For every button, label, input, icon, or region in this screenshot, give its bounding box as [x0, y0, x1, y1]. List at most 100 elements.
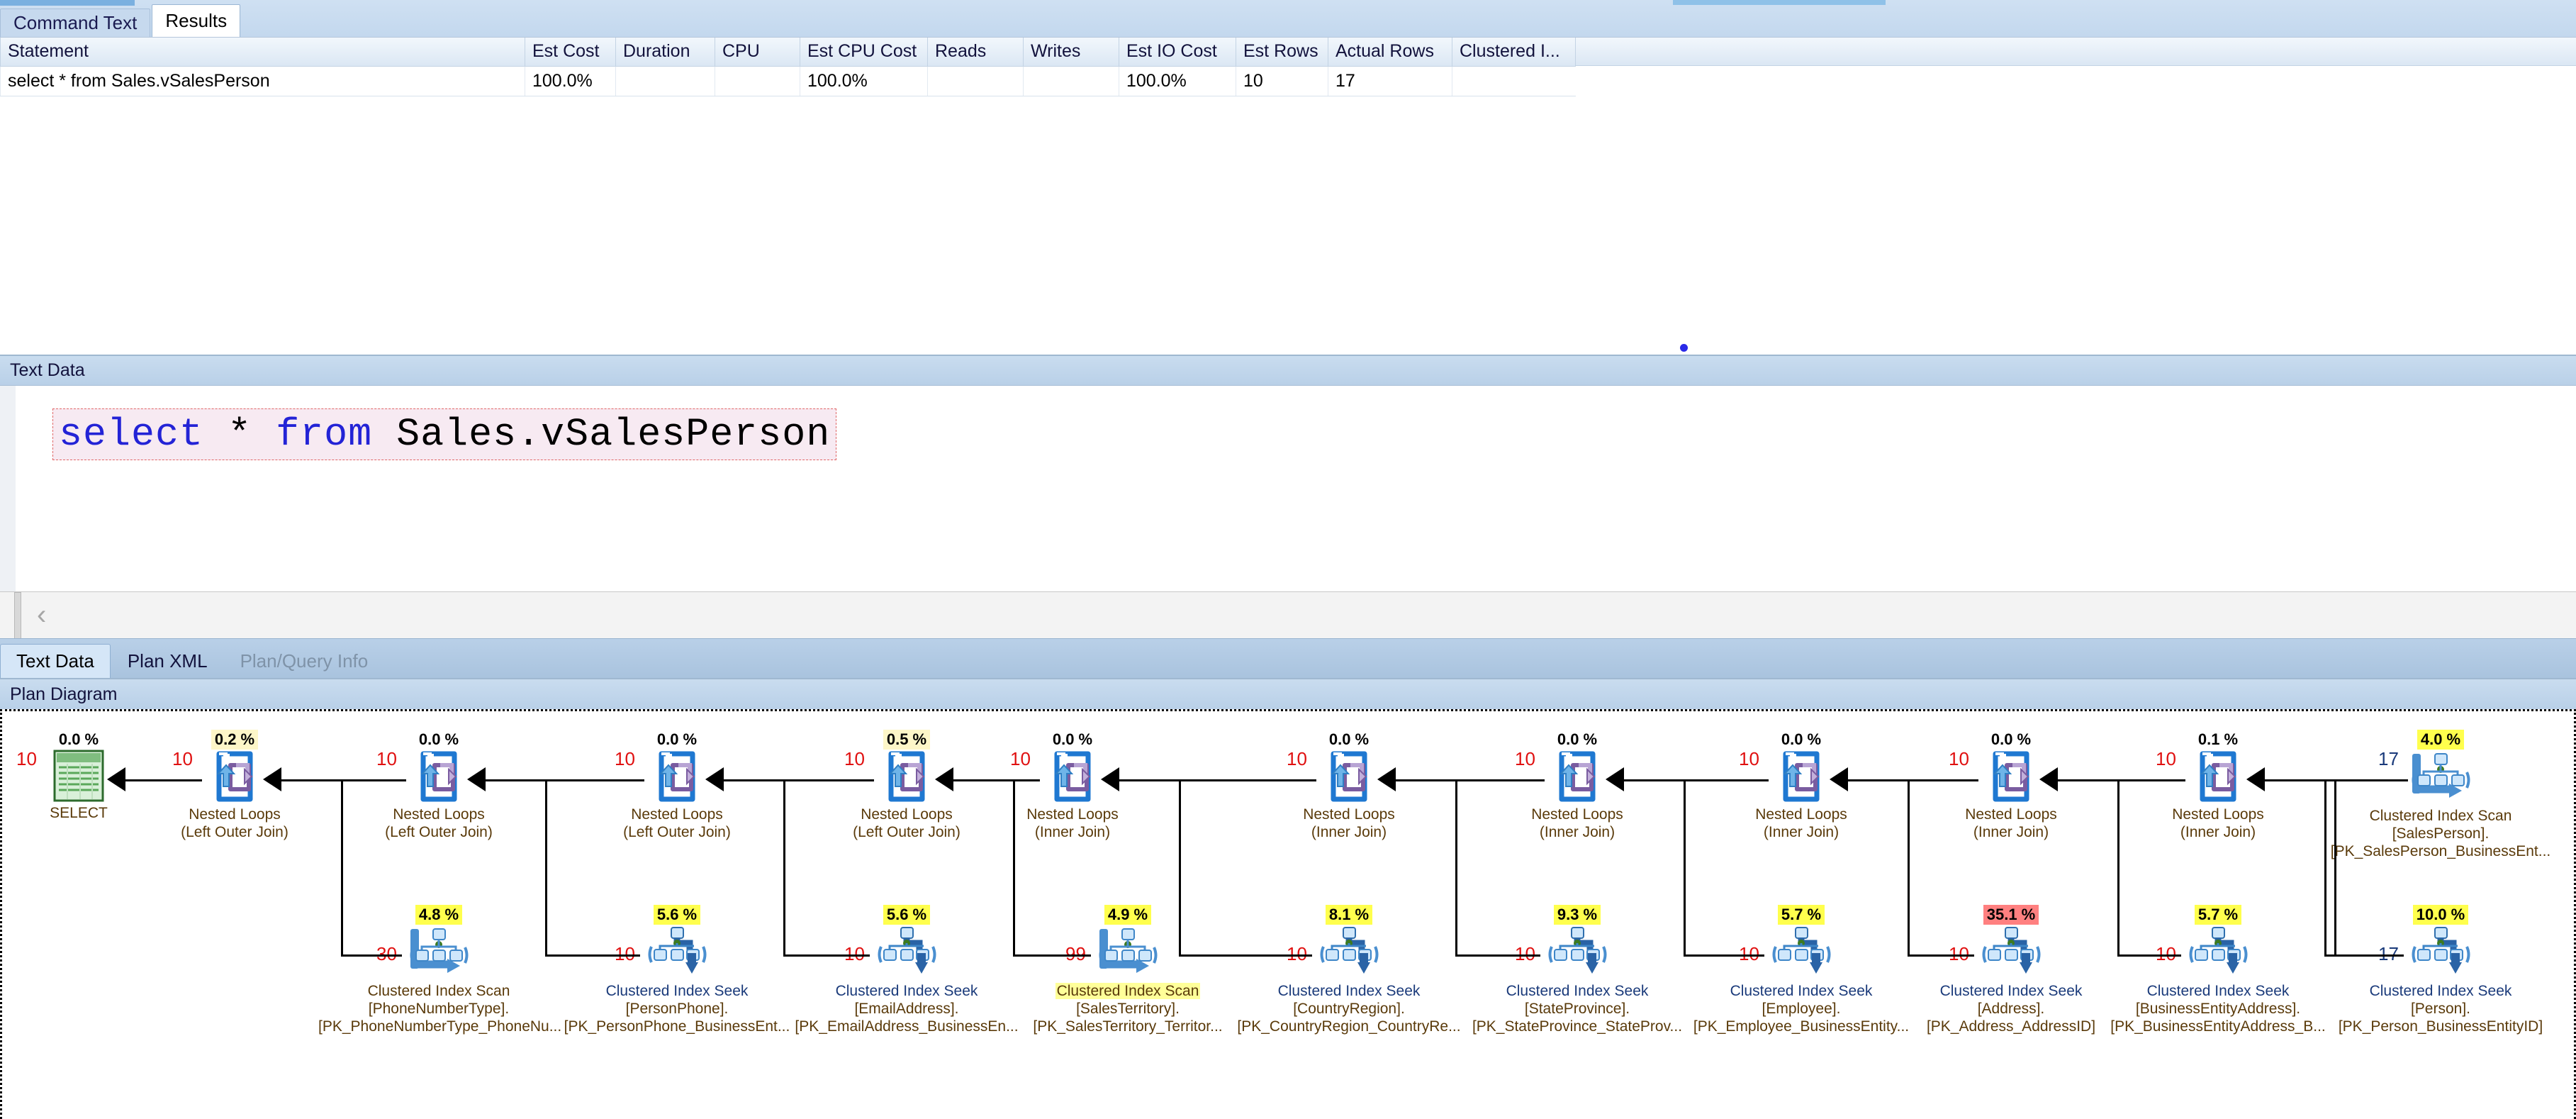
node-icon-wrap[interactable] [318, 925, 559, 980]
col-cpu[interactable]: CPU [715, 38, 800, 67]
node-icon-wrap[interactable] [1457, 925, 1698, 980]
node-label-line1: Nested Loops [1755, 806, 1847, 823]
node-icon-wrap[interactable] [1681, 925, 1922, 980]
node-row-count: 10 [1287, 748, 1307, 769]
node-icon-wrap[interactable] [1891, 750, 2132, 803]
col-est-cost[interactable]: Est Cost [525, 38, 616, 67]
plan-node-cis-salesperson[interactable]: 4.0 % Clustered Index Scan [SalesPerson].… [2320, 730, 2561, 860]
node-icon-wrap[interactable] [2320, 925, 2561, 980]
col-writes[interactable]: Writes [1023, 38, 1119, 67]
plan-node-cis-salesterritory[interactable]: 4.9 % Clustered Index Scan [SalesTerritor… [1007, 905, 1248, 1035]
plan-node-nl2[interactable]: 0.0 % Nested Loops (Left Outer Join) [318, 730, 559, 842]
tab-plan-xml[interactable]: Plan XML [112, 644, 223, 678]
node-row-count: 10 [615, 748, 635, 769]
node-row-count: 10 [1515, 748, 1535, 769]
node-cost-percent: 0.0 % [1557, 730, 1598, 748]
plan-node-cix-countryregion[interactable]: 8.1 % Clustered Index Seek [CountryRegion… [1228, 905, 1469, 1035]
scrollbar-thumb[interactable] [14, 592, 21, 639]
node-icon-wrap[interactable] [2098, 750, 2339, 803]
node-icon-wrap[interactable] [1228, 750, 1469, 803]
cell-cpu [715, 66, 800, 96]
plan-node-nl5[interactable]: 0.0 % Nested Loops (Inner Join) [952, 730, 1193, 842]
plan-node-cix-employee[interactable]: 5.7 % Clustered Index Seek [Employee]. [PK… [1681, 905, 1922, 1035]
plan-node-cix-stateprovince[interactable]: 9.3 % Clustered Index Seek [StateProvince… [1457, 905, 1698, 1035]
plan-node-nl3[interactable]: 0.0 % Nested Loops (Left Outer Join) [556, 730, 797, 842]
nested-loops-icon [659, 751, 695, 802]
connector-top-2 [471, 779, 644, 781]
node-icon-wrap[interactable] [952, 750, 1193, 803]
node-label-line2: [BusinessEntityAddress]. [2135, 1000, 2301, 1017]
node-icon-wrap[interactable] [1457, 750, 1698, 803]
sql-star: * [228, 412, 252, 457]
node-cost-percent: 4.0 % [2417, 730, 2465, 750]
node-icon-wrap[interactable] [318, 750, 559, 803]
plan-node-cis-phonenumbertype[interactable]: 4.8 % Clustered Index Scan [PhoneNumberTy… [318, 905, 561, 1035]
node-icon-wrap[interactable] [786, 925, 1027, 980]
plan-diagram-canvas[interactable]: 0.0 % SELECT 10 0.2 % Nested Loops (Left Ou… [0, 709, 2576, 1119]
connector-right-v [2334, 779, 2336, 954]
node-label-line2: (Left Outer Join) [623, 823, 731, 840]
col-statement[interactable]: Statement [0, 38, 525, 67]
col-reads[interactable]: Reads [927, 38, 1024, 67]
connector-top-10 [2251, 779, 2408, 781]
plan-node-cix-address[interactable]: 35.1 % Clustered Index Seek [Address]. [PK… [1891, 905, 2132, 1035]
plan-node-cix-personphone[interactable]: 5.6 % Clustered Index Seek [PersonPhone].… [556, 905, 797, 1035]
node-icon-wrap[interactable] [2320, 750, 2561, 805]
plan-node-nl6[interactable]: 0.0 % Nested Loops (Inner Join) [1228, 730, 1469, 842]
plan-diagram-title: Plan Diagram [10, 684, 118, 704]
node-label-line2: [PersonPhone]. [625, 1000, 729, 1017]
table-row[interactable]: select * from Sales.vSalesPerson 100.0% … [0, 66, 1576, 96]
connector-bottom-v-7 [1908, 779, 1910, 954]
node-icon-wrap[interactable] [556, 750, 797, 803]
select-result-icon [53, 750, 104, 802]
col-actual-rows[interactable]: Actual Rows [1328, 38, 1452, 67]
connector-bottom-v-3 [1013, 779, 1015, 954]
tab-plan-query-info[interactable]: Plan/Query Info [225, 644, 384, 678]
plan-node-nl7[interactable]: 0.0 % Nested Loops (Inner Join) [1457, 730, 1698, 842]
node-cost-percent: 8.1 % [1325, 905, 1373, 925]
flow-arrow-icon-top-3 [705, 767, 724, 791]
node-cost-percent: 5.6 % [883, 905, 931, 925]
chevron-left-icon[interactable]: ‹ [37, 601, 46, 629]
node-icon-wrap[interactable] [2098, 925, 2339, 980]
plan-node-cix-businessentityaddress[interactable]: 5.7 % Clustered Index Seek [BusinessEntit… [2098, 905, 2339, 1035]
text-data-header: Text Data [0, 355, 2576, 386]
top-tab-strip: Command Text Results [0, 0, 2576, 37]
node-row-count: 10 [1010, 748, 1031, 769]
plan-node-cix-emailaddress[interactable]: 5.6 % Clustered Index Seek [EmailAddress]… [786, 905, 1027, 1035]
sql-statement[interactable]: select * from Sales.vSalesPerson [52, 408, 837, 460]
node-icon-wrap[interactable] [1891, 925, 2132, 980]
tab-text-data[interactable]: Text Data [0, 644, 111, 678]
flow-arrow-icon-top-8 [1830, 767, 1848, 791]
sql-keyword-from: from [276, 412, 373, 457]
tab-command-text[interactable]: Command Text [0, 9, 151, 37]
connector-bottom-h-5 [1455, 954, 1540, 957]
text-data-horizontal-scrollbar[interactable]: ‹ [0, 591, 2576, 639]
flow-arrow-icon-top-10 [2246, 767, 2265, 791]
node-icon-wrap[interactable] [1681, 750, 1922, 803]
node-icon-wrap[interactable] [1228, 925, 1469, 980]
col-duration[interactable]: Duration [615, 38, 715, 67]
node-label-line2: [SalesPerson]. [2392, 825, 2490, 842]
cell-est-rows: 10 [1236, 66, 1328, 96]
node-icon-wrap[interactable] [1007, 925, 1248, 980]
plan-node-nl8[interactable]: 0.0 % Nested Loops (Inner Join) [1681, 730, 1922, 842]
tab-results[interactable]: Results [152, 4, 241, 37]
node-row-count: 10 [1949, 748, 1969, 769]
node-label: Nested Loops (Inner Join) [1891, 806, 2132, 842]
plan-node-nl10[interactable]: 0.1 % Nested Loops (Inner Join) [2098, 730, 2339, 842]
plan-node-nl9[interactable]: 0.0 % Nested Loops (Inner Join) [1891, 730, 2132, 842]
node-cost-percent: 0.0 % [418, 730, 459, 748]
node-label-line1: Clustered Index Seek [2369, 983, 2512, 999]
col-est-rows[interactable]: Est Rows [1236, 38, 1328, 67]
node-label-line1: Nested Loops [2172, 806, 2264, 823]
clustered-index-seek-icon [2412, 927, 2470, 974]
node-label-line2: [Person]. [2410, 1000, 2471, 1017]
col-est-cpu-cost[interactable]: Est CPU Cost [800, 38, 928, 67]
connector-top-1 [267, 779, 406, 781]
col-est-io-cost[interactable]: Est IO Cost [1119, 38, 1236, 67]
node-icon-wrap[interactable] [556, 925, 797, 980]
plan-node-cix-person[interactable]: 10.0 % Clustered Index Seek [Person]. [PK_… [2320, 905, 2561, 1035]
clustered-index-seek-icon [648, 927, 707, 974]
col-clustered-i[interactable]: Clustered I... [1452, 38, 1576, 67]
